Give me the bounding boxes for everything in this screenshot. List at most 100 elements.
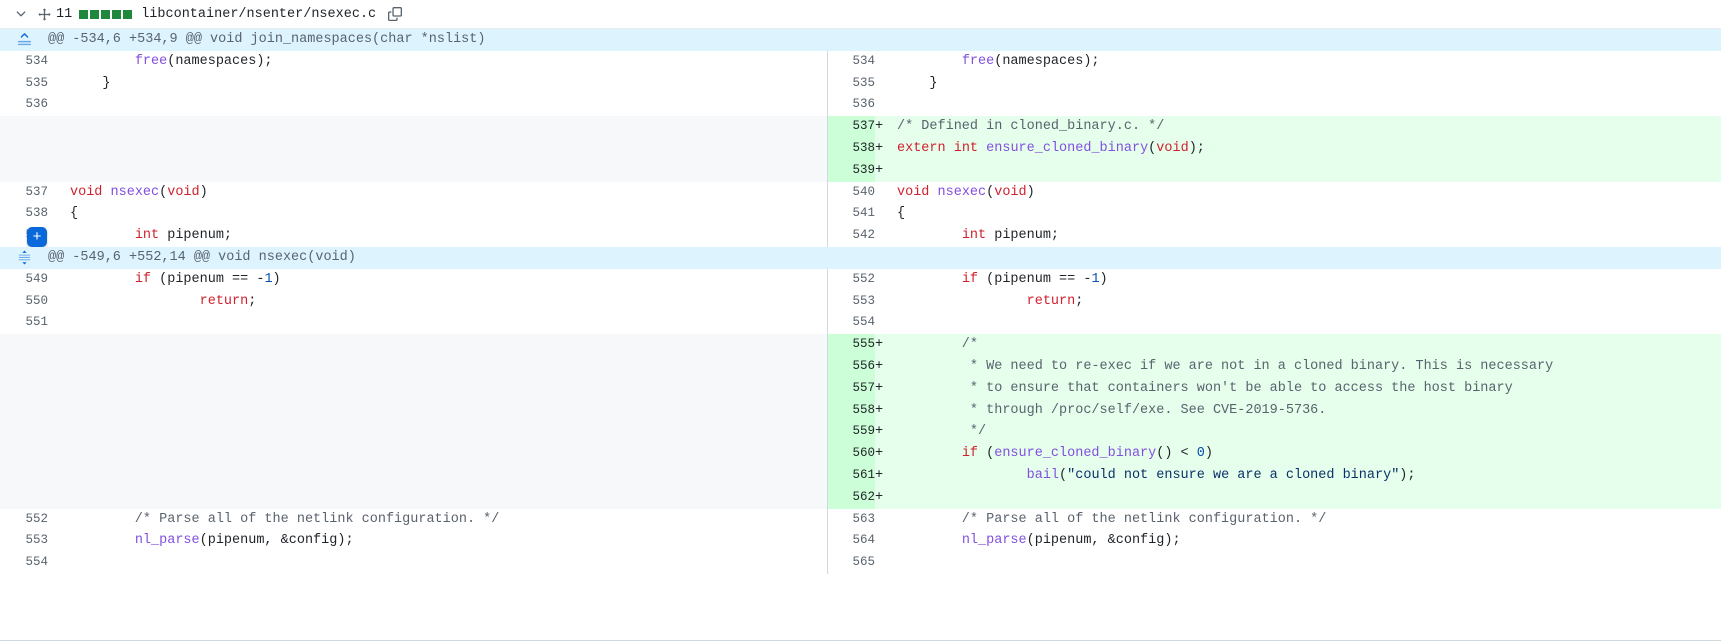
left-code-cell[interactable]: { — [48, 203, 828, 226]
move-icon[interactable] — [32, 3, 56, 25]
code-token: * We need to re-exec if we are not in a … — [897, 358, 1554, 374]
code-token: ) — [199, 184, 208, 200]
right-line-number[interactable]: 539 — [827, 159, 875, 182]
right-line-number[interactable]: 538 — [827, 137, 875, 160]
right-line-number[interactable]: 561 — [827, 464, 875, 487]
right-code-cell[interactable]: nl_parse(pipenum, &config); — [875, 530, 1721, 553]
right-code-cell[interactable]: } — [875, 72, 1721, 95]
left-code-cell[interactable]: int pipenum; — [48, 225, 828, 247]
left-line-number[interactable]: 534 — [0, 50, 48, 73]
code-token: ) — [272, 271, 281, 287]
right-line-number[interactable]: 558 — [827, 399, 875, 422]
right-line-number[interactable]: 535 — [827, 72, 875, 95]
left-code-cell[interactable] — [48, 94, 828, 117]
right-line-number[interactable]: 555 — [827, 334, 875, 356]
right-code-cell[interactable]: + — [875, 159, 1721, 182]
code-token: return — [1026, 293, 1076, 309]
right-code-cell[interactable]: + */ — [875, 421, 1721, 444]
left-code-cell[interactable] — [48, 552, 828, 574]
code-token: * to ensure that containers won't be abl… — [897, 380, 1513, 396]
left-line-number[interactable]: 552 — [0, 508, 48, 531]
right-code-cell[interactable]: + /* — [875, 334, 1721, 356]
left-line-number[interactable]: 535 — [0, 72, 48, 95]
right-code-cell[interactable]: int pipenum; — [875, 225, 1721, 247]
right-line-number[interactable]: 536 — [827, 94, 875, 117]
add-line-comment-button[interactable]: + — [27, 227, 47, 247]
right-line-number[interactable]: 562 — [827, 486, 875, 509]
right-code-cell[interactable]: return; — [875, 290, 1721, 313]
right-line-number[interactable]: 541 — [827, 203, 875, 226]
right-line-number[interactable]: 537 — [827, 116, 875, 138]
right-code-cell[interactable]: /* Parse all of the netlink configuratio… — [875, 508, 1721, 531]
right-code-cell[interactable]: + — [875, 486, 1721, 509]
code-token: } — [897, 75, 938, 91]
right-line-number[interactable]: 559 — [827, 421, 875, 444]
right-code-cell[interactable] — [875, 312, 1721, 335]
diff-marker: + — [875, 162, 884, 178]
right-code-cell[interactable]: { — [875, 203, 1721, 226]
left-code-cell[interactable]: return; — [48, 290, 828, 313]
right-line-number[interactable]: 553 — [827, 290, 875, 313]
left-line-number[interactable]: 553 — [0, 530, 48, 553]
left-line-number[interactable]: 549 — [0, 268, 48, 291]
diff-marker: + — [875, 467, 884, 483]
left-code-cell[interactable]: void nsexec(void) — [48, 181, 828, 204]
right-line-number[interactable]: 557 — [827, 377, 875, 400]
left-line-number[interactable]: 539+ — [0, 225, 48, 247]
left-line-number[interactable]: 554 — [0, 552, 48, 574]
right-code-cell[interactable]: + if (ensure_cloned_binary() < 0) — [875, 443, 1721, 465]
left-line-number[interactable]: 550 — [0, 290, 48, 313]
left-line-number — [0, 443, 48, 465]
right-code-cell[interactable]: if (pipenum == -1) — [875, 268, 1721, 291]
left-code-cell[interactable]: nl_parse(pipenum, &config); — [48, 530, 828, 553]
right-line-number[interactable]: 564 — [827, 530, 875, 553]
right-code-cell[interactable]: + /* Defined in cloned_binary.c. */ — [875, 116, 1721, 138]
diff-row: 556 + * We need to re-exec if we are not … — [0, 355, 1721, 378]
left-code-cell[interactable]: if (pipenum == -1) — [48, 268, 828, 291]
expand-up-icon[interactable] — [0, 29, 48, 51]
hunk-expand-button[interactable] — [0, 29, 48, 51]
left-code-cell[interactable]: } — [48, 72, 828, 95]
left-code-cell[interactable]: free(namespaces); — [48, 50, 828, 73]
left-line-number[interactable]: 536 — [0, 94, 48, 117]
chevron-down-icon[interactable] — [10, 3, 32, 25]
right-line-number[interactable]: 563 — [827, 508, 875, 531]
right-line-number[interactable]: 554 — [827, 312, 875, 335]
copy-icon[interactable] — [384, 3, 406, 25]
right-line-number[interactable]: 556 — [827, 355, 875, 378]
right-line-number[interactable]: 542 — [827, 225, 875, 247]
diff-row: 536 536 — [0, 94, 1721, 117]
left-code-cell[interactable]: /* Parse all of the netlink configuratio… — [48, 508, 828, 531]
hunk-expand-button[interactable] — [0, 246, 48, 269]
right-line-number[interactable]: 540 — [827, 181, 875, 204]
expand-up-down-icon[interactable] — [0, 247, 48, 269]
left-code-cell[interactable] — [48, 312, 828, 335]
left-line-number[interactable]: 551 — [0, 312, 48, 335]
diffstat-block — [112, 9, 122, 19]
code-token: ( — [978, 446, 995, 462]
code-token: } — [70, 75, 111, 91]
hunk-header-text: @@ -534,6 +534,9 @@ void join_namespaces… — [48, 29, 1721, 51]
right-line-number[interactable]: 534 — [827, 50, 875, 73]
right-code-cell[interactable]: + extern int ensure_cloned_binary(void); — [875, 137, 1721, 160]
right-code-cell[interactable]: free(namespaces); — [875, 50, 1721, 73]
right-code-cell[interactable] — [875, 94, 1721, 117]
code-token: nsexec — [110, 184, 160, 200]
right-line-number[interactable]: 565 — [827, 552, 875, 574]
right-line-number[interactable]: 560 — [827, 443, 875, 465]
left-line-number[interactable]: 537 — [0, 181, 48, 204]
right-code-cell[interactable]: + * through /proc/self/exe. See CVE-2019… — [875, 399, 1721, 422]
right-code-cell[interactable]: void nsexec(void) — [875, 181, 1721, 204]
left-line-number[interactable]: 538 — [0, 203, 48, 226]
right-code-cell[interactable]: + bail("could not ensure we are a cloned… — [875, 464, 1721, 487]
file-path[interactable]: libcontainer/nsenter/nsexec.c — [141, 7, 376, 22]
code-token: 1 — [264, 271, 273, 287]
right-code-cell[interactable] — [875, 552, 1721, 574]
code-token: void — [897, 184, 930, 200]
right-line-number[interactable]: 552 — [827, 268, 875, 291]
right-code-cell[interactable]: + * to ensure that containers won't be a… — [875, 377, 1721, 400]
right-code-cell[interactable]: + * We need to re-exec if we are not in … — [875, 355, 1721, 378]
